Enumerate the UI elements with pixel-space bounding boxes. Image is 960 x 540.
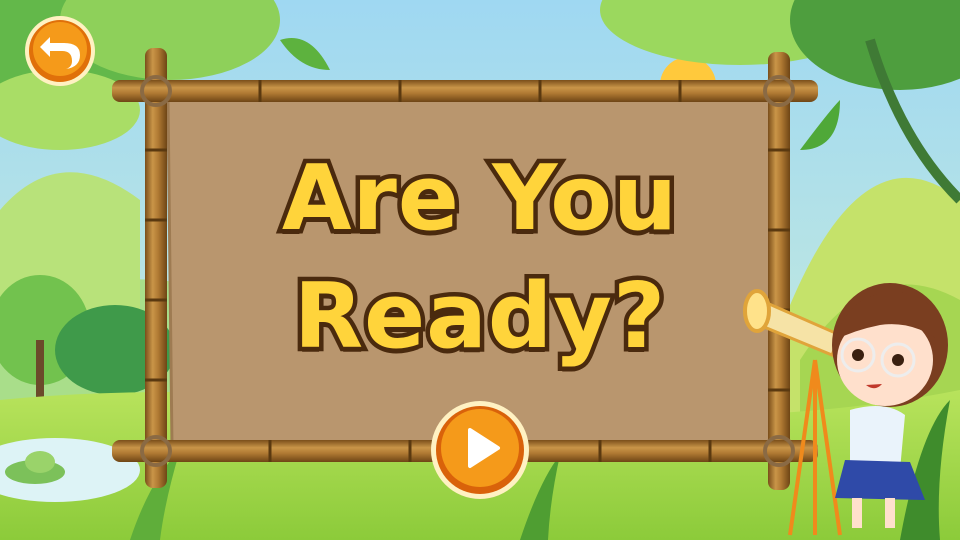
ready-title: Are You Ready? <box>170 140 790 376</box>
title-line-1: Are You <box>277 142 681 256</box>
undo-arrow-icon <box>25 16 95 86</box>
play-triangle-icon <box>431 401 529 499</box>
title-line-2: Ready? <box>289 260 669 374</box>
play-button[interactable] <box>430 400 530 500</box>
back-button[interactable] <box>24 15 96 87</box>
